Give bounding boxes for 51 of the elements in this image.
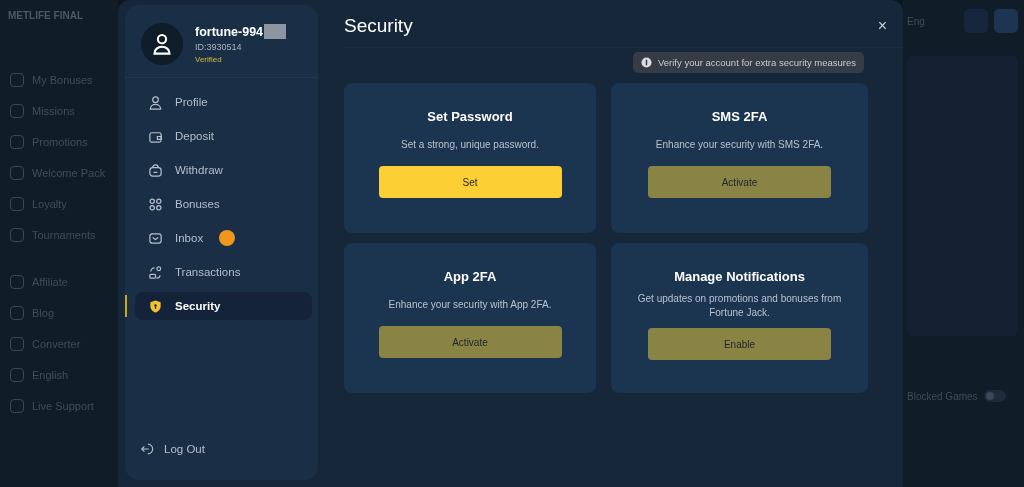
close-button[interactable]: ×	[875, 17, 889, 35]
avatar-icon	[141, 23, 183, 65]
card-title: SMS 2FA	[711, 109, 768, 124]
menu-item[interactable]: Withdraw	[135, 156, 312, 184]
nav-icon	[10, 399, 24, 413]
menu-item[interactable]: Transactions	[135, 258, 312, 286]
menu-item[interactable]: Inbox	[135, 224, 312, 252]
nav-icon	[10, 228, 24, 242]
info-icon	[641, 57, 652, 68]
action-button[interactable]: Activate	[378, 326, 562, 358]
shield-icon	[148, 298, 163, 314]
brand-name: METLIFE FINAL	[8, 10, 84, 21]
action-button[interactable]: Enable	[648, 328, 831, 360]
menu-item[interactable]: Deposit	[135, 122, 312, 150]
nav-icon	[10, 337, 24, 351]
blocked-games-toggle[interactable]	[983, 390, 1006, 402]
action-button[interactable]: Activate	[648, 166, 831, 198]
menu-item[interactable]: Bonuses	[135, 190, 312, 218]
envelope-icon	[148, 230, 163, 246]
card-description: Enhance your security with SMS 2FA.	[655, 138, 824, 152]
nav-icon	[10, 306, 24, 320]
nav-icon	[10, 368, 24, 382]
active-indicator	[125, 295, 127, 317]
card-description: Enhance your security with App 2FA.	[388, 298, 552, 312]
avatar-button[interactable]	[994, 9, 1018, 33]
card-title: Manage Notifications	[674, 269, 805, 284]
nav-icon	[10, 73, 24, 87]
nav-icon	[10, 275, 24, 289]
nav-icon	[10, 197, 24, 211]
menu-item[interactable]: Profile	[135, 88, 312, 116]
nav-icon	[10, 104, 24, 118]
nav-icon	[10, 135, 24, 149]
redaction-block	[264, 24, 287, 39]
menu-item[interactable]: Security	[135, 292, 312, 320]
bag-icon	[148, 162, 163, 178]
card-description: Get updates on promotions and bonuses from Fortune Jack.	[636, 292, 843, 320]
card-title: Set Password	[427, 109, 513, 124]
circles-icon	[148, 196, 163, 212]
verified-status: Verified	[195, 55, 223, 64]
card-title: App 2FA	[443, 269, 497, 284]
logout-button[interactable]: Log Out	[125, 442, 318, 480]
logout-icon	[140, 442, 154, 456]
account-id: ID:3930514	[195, 42, 243, 52]
page-title: Security	[344, 15, 413, 37]
transfer-icon	[148, 264, 163, 280]
verify-notice: Verify your account for extra security measures	[633, 52, 864, 73]
person-icon	[148, 94, 163, 110]
card-description: Set a strong, unique password.	[401, 138, 539, 152]
username: fortune-994	[195, 24, 264, 39]
nav-icon	[10, 166, 24, 180]
set-button[interactable]: Set	[378, 166, 562, 198]
